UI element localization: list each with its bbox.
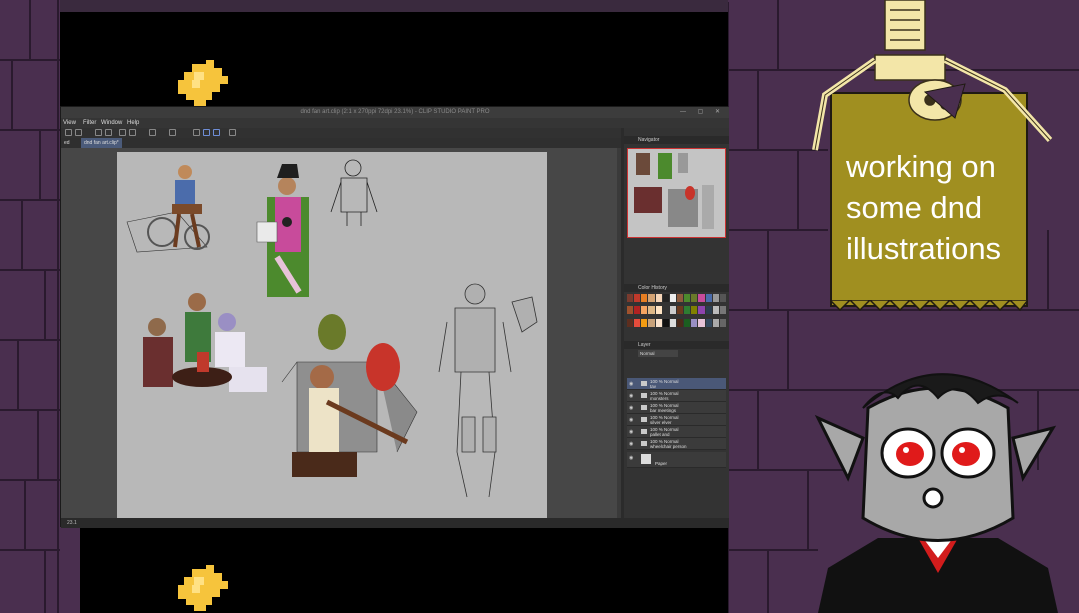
- device-icon[interactable]: [229, 129, 236, 136]
- layer-row[interactable]: ◉ 100 % Normal tav: [627, 378, 726, 390]
- layer-row-paper[interactable]: ◉ Paper: [627, 452, 726, 468]
- skeleton-icon: [812, 0, 1053, 151]
- orc-and-masked-hero: [281, 314, 418, 477]
- vertical-scrollbar[interactable]: [617, 148, 621, 518]
- eye-icon[interactable]: ◉: [629, 393, 633, 399]
- ruler-icon[interactable]: [193, 129, 200, 136]
- open-icon[interactable]: [75, 129, 82, 136]
- menu-bar: View Filter Window Help: [61, 118, 729, 128]
- flame-icon: [178, 60, 228, 106]
- layer-row[interactable]: ◉ 100 % Normal monsters: [627, 390, 726, 402]
- menu-filter[interactable]: Filter: [83, 118, 96, 128]
- wheelchair-character: [126, 165, 210, 253]
- tab-previous[interactable]: ed: [61, 138, 73, 148]
- layer-row[interactable]: ◉ 100 % Normal pallet and: [627, 426, 726, 438]
- eye-icon[interactable]: ◉: [629, 441, 633, 447]
- navigator-header[interactable]: Navigator: [624, 136, 729, 144]
- command-bar: [61, 128, 621, 138]
- stream-overlay: dnd fan art.clip (2:1 x 270ppi 72dpi 23.…: [0, 0, 1079, 613]
- folder-icon: [641, 393, 647, 398]
- dnd-illustration-sketches: [126, 159, 538, 498]
- snap-grid-icon[interactable]: [213, 129, 220, 136]
- redo-icon[interactable]: [105, 129, 112, 136]
- new-icon[interactable]: [65, 129, 72, 136]
- flame-icon: [178, 565, 228, 611]
- right-panels: Navigator Color History Layer Normal ◉ 1…: [624, 128, 729, 518]
- select-icon[interactable]: [169, 129, 176, 136]
- left-wall-ledge: [60, 520, 80, 613]
- layer-row[interactable]: ◉ 100 % Normal wheelchair person: [627, 438, 726, 450]
- menu-help[interactable]: Help: [127, 118, 139, 128]
- clip-studio-window: dnd fan art.clip (2:1 x 270ppi 72dpi 23.…: [60, 106, 729, 528]
- paper-thumbnail: [641, 454, 651, 464]
- lineart-tall-figure: [438, 283, 538, 498]
- lineart-sketch: [330, 159, 378, 226]
- folder-icon: [641, 405, 647, 410]
- drawing-canvas[interactable]: [117, 152, 547, 518]
- folder-icon: [641, 429, 647, 434]
- tab-dnd-fan-art[interactable]: dnd fan art.clip*: [81, 138, 122, 148]
- status-bar: 23.1: [61, 518, 729, 528]
- layer-row[interactable]: ◉ 100 % Normal bar meetings: [627, 402, 726, 414]
- eye-icon[interactable]: ◉: [629, 405, 633, 411]
- snap-icon[interactable]: [203, 129, 210, 136]
- vampire-avatar: [814, 373, 1058, 613]
- color-history-header[interactable]: Color History: [624, 284, 729, 292]
- navigator-thumbnail[interactable]: [627, 148, 726, 238]
- eye-icon[interactable]: ◉: [629, 417, 633, 423]
- undo-icon[interactable]: [95, 129, 102, 136]
- left-brick-wall: [0, 0, 60, 613]
- eye-icon[interactable]: ◉: [629, 381, 633, 387]
- folder-icon: [641, 381, 647, 386]
- transform-icon[interactable]: [119, 129, 126, 136]
- layer-panel-header[interactable]: Layer: [624, 341, 729, 349]
- canvas-area[interactable]: [61, 148, 621, 518]
- tavern-group: [143, 293, 267, 392]
- title-bar: dnd fan art.clip (2:1 x 270ppi 72dpi 23.…: [61, 107, 729, 118]
- menu-view[interactable]: View: [63, 118, 76, 128]
- document-tabs: ed dnd fan art.clip*: [61, 138, 621, 148]
- fill-icon[interactable]: [149, 129, 156, 136]
- folder-icon: [641, 441, 647, 446]
- menu-window[interactable]: Window: [101, 118, 122, 128]
- banner-fringe: [830, 300, 1028, 312]
- window-controls[interactable]: — ▢ ✕: [680, 107, 725, 118]
- clear-icon[interactable]: [129, 129, 136, 136]
- window-title: dnd fan art.clip (2:1 x 270ppi 72dpi 23.…: [300, 109, 490, 115]
- zoom-readout: 23.1: [67, 520, 77, 526]
- sorcerer-character: [256, 164, 309, 297]
- eye-icon[interactable]: ◉: [629, 429, 633, 435]
- eye-icon[interactable]: ◉: [629, 455, 633, 461]
- blend-mode-select[interactable]: Normal: [638, 350, 678, 357]
- folder-icon: [641, 417, 647, 422]
- layer-row[interactable]: ◉ 100 % Normal silver elver: [627, 414, 726, 426]
- color-swatches[interactable]: [627, 294, 726, 330]
